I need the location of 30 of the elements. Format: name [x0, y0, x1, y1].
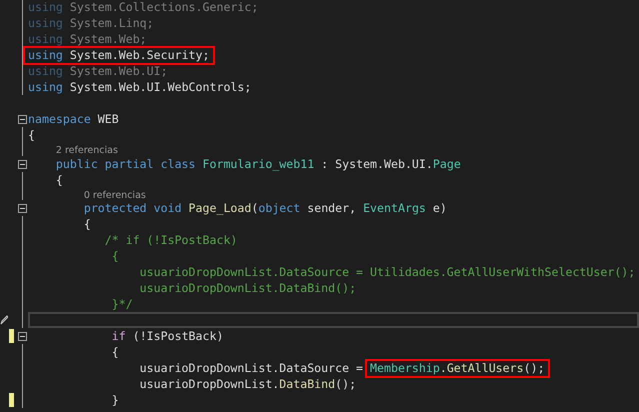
code-line: {: [110, 345, 119, 359]
code-line: 0 referencias: [82, 188, 146, 201]
code-line: usuarioDropDownList.DataSource = Utilidades.GetAllUserWithSelectUser();: [138, 265, 636, 279]
code-line: using System.Web.UI.WebControls;: [28, 80, 252, 94]
pencil-icon[interactable]: [0, 315, 8, 325]
collapse-icon[interactable]: [18, 332, 27, 341]
code-line: if (!IsPostBack): [110, 329, 224, 343]
code-line: protected void Page_Load(object sender, EventArgs e): [82, 201, 447, 215]
code-line: public partial class Formulario_web11 : System.Web.UI.Page: [54, 156, 461, 170]
highlight-box: Membership.GetAllUsers();: [367, 360, 548, 376]
code-line: namespace WEB: [28, 112, 119, 126]
code-line: usuarioDropDownList.DataBind();: [138, 377, 356, 391]
code-line: {: [54, 172, 63, 186]
collapse-icon[interactable]: [18, 115, 27, 124]
code-line: {: [82, 217, 91, 231]
code-line: using System.Web;: [28, 32, 147, 46]
code-line: using System.Web.UI;: [28, 64, 168, 78]
code-line: }*/: [110, 297, 133, 311]
code-line: {: [110, 249, 119, 263]
code-line: using System.Collections.Generic;: [28, 0, 258, 14]
collapse-icon[interactable]: [18, 204, 27, 213]
highlight-box: using System.Web.Security;: [25, 48, 212, 62]
code-line: }: [110, 393, 119, 407]
code-line: /* if (!IsPostBack): [104, 233, 238, 247]
code-line: {: [28, 128, 35, 142]
code-line: using System.Linq;: [28, 16, 154, 30]
code-line: 2 referencias: [54, 144, 118, 156]
code-line: usuarioDropDownList.DataBind();: [138, 281, 356, 295]
collapse-icon[interactable]: [18, 160, 27, 168]
code-line: usuarioDropDownList.DataSource =: [138, 361, 364, 375]
